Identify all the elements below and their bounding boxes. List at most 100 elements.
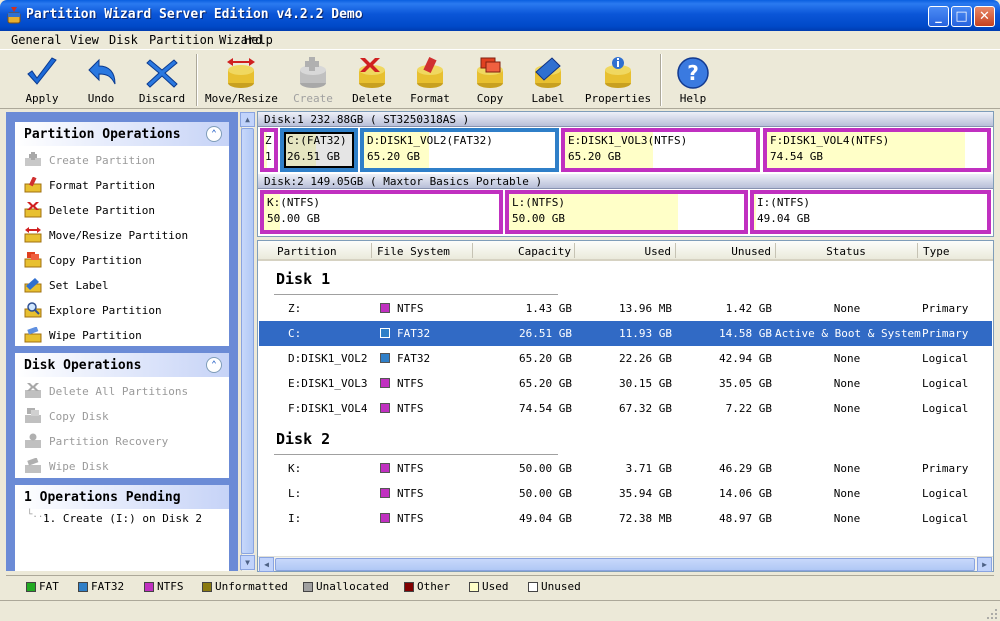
table-row[interactable]: D:DISK1_VOL2 FAT32 65.20 GB 22.26 GB 42.94 G… [259, 346, 992, 371]
col-type[interactable]: Type [923, 245, 950, 258]
col-file-system[interactable]: File System [377, 245, 450, 258]
scroll-left-icon[interactable]: ◀ [259, 557, 274, 572]
cell-partition: Z: [288, 302, 302, 315]
collapse-chevron-icon[interactable]: ⌃ [206, 126, 222, 142]
copy-button[interactable]: Copy [462, 52, 518, 108]
partition-k-name: K:(NTFS) [267, 196, 320, 209]
copy-disk-item[interactable]: Copy Disk [15, 404, 229, 429]
maximize-button[interactable]: □ [951, 6, 972, 27]
scroll-right-icon[interactable]: ▶ [977, 557, 992, 572]
table-row[interactable]: I: NTFS 49.04 GB 72.38 MB 48.97 GB None Logica… [259, 506, 992, 531]
create-partition-item[interactable]: Create Partition [15, 148, 229, 173]
menu-partition[interactable]: Partition [149, 33, 214, 47]
disk2-partition-i[interactable]: I:(NTFS) 49.04 GB [750, 190, 991, 234]
col-status[interactable]: Status [776, 245, 916, 258]
disk1-partition-f[interactable]: F:DISK1_VOL4(NTFS) 74.54 GB [763, 128, 991, 172]
cell-file-system: NTFS [397, 462, 424, 475]
table-row[interactable]: K: NTFS 50.00 GB 3.71 GB 46.29 GB None Primary [259, 456, 992, 481]
minimize-button[interactable]: _ [928, 6, 949, 27]
menu-view[interactable]: View [70, 33, 99, 47]
menu-general[interactable]: General [11, 33, 62, 47]
collapse-chevron-icon[interactable]: ⌃ [206, 357, 222, 373]
col-used[interactable]: Used [578, 245, 672, 258]
delete-partition-label: Delete Partition [49, 204, 155, 217]
col-capacity[interactable]: Capacity [478, 245, 571, 258]
table-row[interactable]: Z: NTFS 1.43 GB 13.96 MB 1.42 GB None Primary [259, 296, 992, 321]
disk1-partition-e[interactable]: E:DISK1_VOL3(NTFS) 65.20 GB [561, 128, 760, 172]
legend-swatch [404, 582, 414, 592]
set-label-item[interactable]: Set Label [15, 273, 229, 298]
cell-used: 22.26 GB [619, 352, 672, 365]
partition-recovery-item[interactable]: Partition Recovery [15, 429, 229, 454]
disk2-partition-l[interactable]: L:(NTFS) 50.00 GB [505, 190, 748, 234]
left-scroll-thumb[interactable] [241, 128, 254, 554]
wipe-partition-icon [24, 327, 42, 343]
table-row[interactable]: L: NTFS 50.00 GB 35.94 GB 14.06 GB None Logica… [259, 481, 992, 506]
help-button[interactable]: ? Help [668, 52, 718, 108]
partition-c-size: 26.51 GB [287, 150, 340, 163]
disk2-partition-k[interactable]: K:(NTFS) 50.00 GB [260, 190, 503, 234]
cell-type: Primary [922, 327, 969, 340]
label-button[interactable]: Label [520, 52, 576, 108]
horizontal-scrollbar[interactable]: ◀ ▶ [258, 556, 993, 572]
legend-label: Other [417, 580, 451, 593]
explore-partition-item[interactable]: Explore Partition [15, 298, 229, 323]
minimize-icon: _ [935, 9, 942, 24]
disk1-header: Disk:1 232.88GB ( ST3250318AS ) [258, 112, 993, 127]
pending-operation-item[interactable]: └... 1. Create (I:) on Disk 2 [15, 509, 229, 529]
partition-operations-header[interactable]: Partition Operations ⌃ [15, 122, 229, 146]
table-row[interactable]: E:DISK1_VOL3 NTFS 65.20 GB 30.15 GB 35.05 GB… [259, 371, 992, 396]
cell-capacity: 65.20 GB [519, 352, 572, 365]
disk2-header: Disk:2 149.05GB ( Maxtor Basics Portable… [258, 174, 993, 189]
wipe-disk-item[interactable]: Wipe Disk [15, 454, 229, 479]
partition-k-size: 50.00 GB [267, 212, 320, 225]
delete-all-partitions-label: Delete All Partitions [49, 385, 189, 398]
format-button[interactable]: Format [402, 52, 458, 108]
undo-label: Undo [87, 92, 115, 105]
close-button[interactable]: ✕ [974, 6, 995, 27]
move-resize-label: Move/Resize [205, 92, 278, 105]
move-resize-button[interactable]: Move/Resize [205, 52, 278, 108]
col-partition[interactable]: Partition [277, 245, 337, 258]
undo-button[interactable]: Undo [72, 52, 130, 108]
table-row[interactable]: C: FAT32 26.51 GB 11.93 GB 14.58 GB Active & … [259, 321, 992, 346]
resize-grip-icon[interactable] [986, 608, 998, 620]
format-partition-item[interactable]: Format Partition [15, 173, 229, 198]
move-resize-icon [24, 227, 42, 243]
disk1-partition-z[interactable]: Z 1 [260, 128, 278, 172]
disk1-partition-d[interactable]: D:DISK1_VOL2(FAT32) 65.20 GB [360, 128, 559, 172]
discard-button[interactable]: Discard [132, 52, 192, 108]
disk1-partition-c[interactable]: C:(FAT32) 26.51 GB [280, 128, 358, 172]
scroll-down-icon[interactable]: ▼ [240, 555, 255, 570]
title-bar[interactable]: Partition Wizard Server Edition v4.2.2 D… [0, 0, 1000, 31]
cell-file-system: NTFS [397, 487, 424, 500]
delete-all-partitions-item[interactable]: Delete All Partitions [15, 379, 229, 404]
partition-i-name: I:(NTFS) [757, 196, 810, 209]
disk-operations-header[interactable]: Disk Operations ⌃ [15, 353, 229, 377]
properties-button[interactable]: Properties [584, 52, 652, 108]
cell-file-system: NTFS [397, 377, 424, 390]
col-unused[interactable]: Unused [678, 245, 771, 258]
copy-partition-icon [24, 252, 42, 268]
copy-partition-item[interactable]: Copy Partition [15, 248, 229, 273]
scroll-up-icon[interactable]: ▲ [240, 112, 255, 127]
format-partition-icon [417, 56, 443, 88]
horizontal-scroll-thumb[interactable] [275, 558, 975, 571]
fs-color-swatch [380, 328, 390, 338]
pending-operations-title: 1 Operations Pending [24, 490, 181, 505]
menu-help[interactable]: Help [244, 33, 273, 47]
create-button[interactable]: Create [285, 52, 341, 108]
partition-f-size: 74.54 GB [770, 150, 823, 163]
menu-disk[interactable]: Disk [109, 33, 138, 47]
copy-partition-icon [477, 57, 503, 88]
delete-button[interactable]: Delete [344, 52, 400, 108]
table-row[interactable]: F:DISK1_VOL4 NTFS 74.54 GB 67.32 GB 7.22 GB N… [259, 396, 992, 421]
copy-disk-label: Copy Disk [49, 410, 109, 423]
move-resize-partition-item[interactable]: Move/Resize Partition [15, 223, 229, 248]
wipe-partition-item[interactable]: Wipe Partition [15, 323, 229, 348]
cell-unused: 46.29 GB [719, 462, 772, 475]
apply-button[interactable]: Apply [12, 52, 72, 108]
cell-capacity: 49.04 GB [519, 512, 572, 525]
delete-partition-item[interactable]: Delete Partition [15, 198, 229, 223]
panel-splitter[interactable]: ▲ ▼ [240, 112, 255, 571]
